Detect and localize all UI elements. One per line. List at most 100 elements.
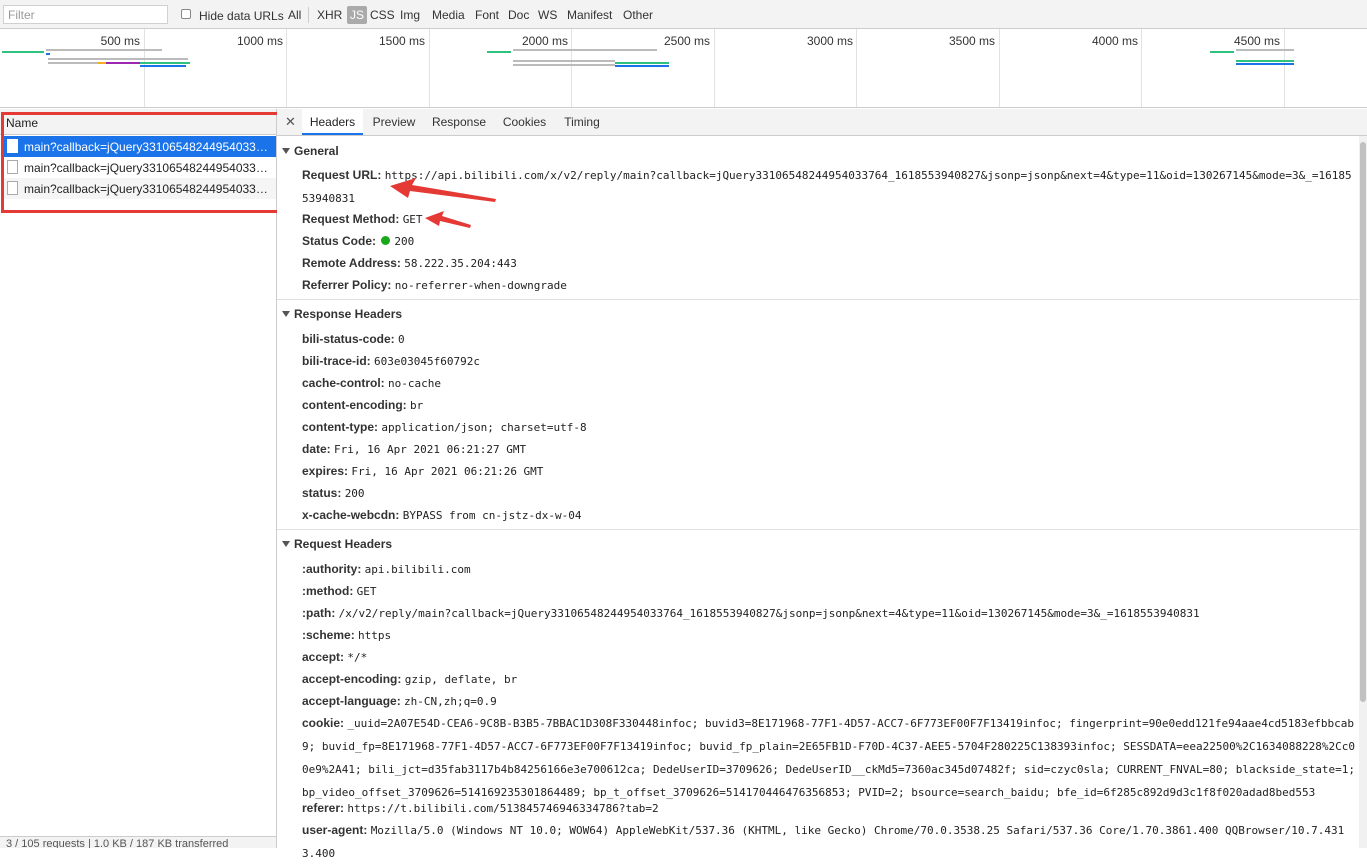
- close-icon[interactable]: ✕: [285, 114, 296, 130]
- general-section-toggle[interactable]: General: [282, 144, 339, 158]
- tab-headers[interactable]: Headers: [302, 109, 363, 135]
- header-key: x-cache-webcdn:: [302, 508, 400, 522]
- header-key: :method:: [302, 584, 354, 598]
- header-value: 0: [398, 333, 405, 346]
- timeline-bar: [2, 51, 44, 53]
- type-filter-doc[interactable]: Doc: [505, 6, 532, 24]
- general-row-status-code: Status Code: 200: [302, 230, 1357, 253]
- file-icon: [7, 181, 18, 195]
- request-header-row: referer: https://t.bilibili.com/51384574…: [302, 797, 1357, 820]
- tab-preview[interactable]: Preview: [367, 109, 421, 135]
- triangle-down-icon: [282, 311, 290, 317]
- request-row[interactable]: main?callback=jQuery331065482449540337..…: [3, 178, 276, 199]
- timeline-bar: [48, 58, 188, 60]
- triangle-down-icon: [282, 148, 290, 154]
- timeline-bar: [1210, 51, 1234, 53]
- request-header-row: :scheme: https: [302, 624, 1357, 647]
- header-key: Remote Address:: [302, 256, 401, 270]
- header-value: BYPASS from cn-jstz-dx-w-04: [402, 509, 582, 522]
- timeline-bar: [98, 62, 106, 64]
- file-icon: [7, 160, 18, 174]
- header-key: content-type:: [302, 420, 378, 434]
- network-summary-bar: 3 / 105 requests | 1.0 KB / 187 KB trans…: [0, 836, 276, 848]
- type-filter-css[interactable]: CSS: [367, 6, 398, 24]
- general-row-request-url: Request URL: https://api.bilibili.com/x/…: [302, 164, 1357, 210]
- request-row[interactable]: main?callback=jQuery331065482449540337..…: [3, 157, 276, 178]
- request-row[interactable]: main?callback=jQuery331065482449540337..…: [3, 136, 276, 157]
- details-tab-bar: ✕ Headers Preview Response Cookies Timin…: [277, 109, 1367, 136]
- header-value: no-cache: [388, 377, 442, 390]
- hide-data-urls-label[interactable]: Hide data URLs: [199, 9, 284, 23]
- response-headers-section-title: Response Headers: [294, 307, 403, 321]
- details-scrollbar-thumb[interactable]: [1360, 142, 1366, 702]
- timeline-gridline: [286, 29, 287, 107]
- type-filter-ws[interactable]: WS: [535, 6, 560, 24]
- network-filter-bar: Hide data URLs All XHR JS CSS Img Media …: [0, 0, 1367, 29]
- header-key: :path:: [302, 606, 336, 620]
- request-header-row: accept-language: zh-CN,zh;q=0.9: [302, 690, 1357, 713]
- header-key: Status Code:: [302, 234, 377, 248]
- header-key: accept-language:: [302, 694, 401, 708]
- request-header-row: accept-encoding: gzip, deflate, br: [302, 668, 1357, 691]
- hide-data-urls-checkbox[interactable]: [181, 9, 191, 19]
- type-filter-media[interactable]: Media: [429, 6, 468, 24]
- type-filter-img[interactable]: Img: [397, 6, 423, 24]
- tab-cookies[interactable]: Cookies: [497, 109, 552, 135]
- response-header-row: date: Fri, 16 Apr 2021 06:21:27 GMT: [302, 438, 1357, 461]
- timeline-tick-label: 3500 ms: [948, 34, 995, 48]
- timeline-gridline: [999, 29, 1000, 107]
- filter-input[interactable]: [3, 5, 168, 24]
- general-row-request-method: Request Method: GET: [302, 208, 1357, 231]
- type-filter-all[interactable]: All: [285, 6, 304, 24]
- response-header-row: content-type: application/json; charset=…: [302, 416, 1357, 439]
- timeline-tick-label: 4500 ms: [1233, 34, 1280, 48]
- timeline-tick-label: 2000 ms: [521, 34, 568, 48]
- header-value: gzip, deflate, br: [404, 673, 518, 686]
- request-header-row: accept: */*: [302, 646, 1357, 669]
- timeline-tick-label: 4000 ms: [1091, 34, 1138, 48]
- request-name: main?callback=jQuery331065482449540337..…: [24, 161, 270, 175]
- request-name: main?callback=jQuery331065482449540337..…: [24, 140, 270, 154]
- timeline-bar: [615, 62, 669, 64]
- header-key: status:: [302, 486, 342, 500]
- request-headers-section-title: Request Headers: [294, 537, 393, 551]
- header-value: no-referrer-when-downgrade: [394, 279, 567, 292]
- type-filter-other[interactable]: Other: [620, 6, 656, 24]
- type-filter-js[interactable]: JS: [347, 6, 368, 24]
- request-headers-section-toggle[interactable]: Request Headers: [282, 537, 392, 551]
- triangle-down-icon: [282, 541, 290, 547]
- response-header-row: status: 200: [302, 482, 1357, 505]
- timeline-bar: [140, 65, 186, 67]
- header-key: :authority:: [302, 562, 362, 576]
- timeline-bar: [1236, 63, 1294, 65]
- tab-response[interactable]: Response: [427, 109, 491, 135]
- timeline-tick-label: 2500 ms: [663, 34, 710, 48]
- type-filter-divider: [308, 7, 309, 23]
- timeline-gridline: [714, 29, 715, 107]
- header-key: cookie:: [302, 716, 345, 730]
- request-name: main?callback=jQuery331065482449540337..…: [24, 182, 270, 196]
- name-column-header[interactable]: Name: [0, 109, 276, 135]
- timeline-bar: [513, 64, 615, 66]
- header-key: referer:: [302, 801, 345, 815]
- timeline-tick-label: 1000 ms: [236, 34, 283, 48]
- tab-timing[interactable]: Timing: [558, 109, 606, 135]
- timeline-bar: [46, 53, 50, 55]
- response-header-row: cache-control: no-cache: [302, 372, 1357, 395]
- request-header-row: :method: GET: [302, 580, 1357, 603]
- header-value: _uuid=2A07E54D-CEA6-9C8B-B3B5-7BBAC1D308…: [302, 717, 1355, 799]
- timeline-gridline: [571, 29, 572, 107]
- header-value: GET: [402, 213, 423, 226]
- timeline-bar: [106, 62, 140, 64]
- response-headers-section-toggle[interactable]: Response Headers: [282, 307, 402, 321]
- type-filter-font[interactable]: Font: [472, 6, 502, 24]
- header-value: 200: [344, 487, 365, 500]
- type-filter-manifest[interactable]: Manifest: [564, 6, 615, 24]
- header-value: br: [410, 399, 424, 412]
- header-value: api.bilibili.com: [364, 563, 471, 576]
- timeline-gridline: [144, 29, 145, 107]
- request-header-row-cookie: cookie: _uuid=2A07E54D-CEA6-9C8B-B3B5-7B…: [302, 712, 1357, 804]
- general-section-title: General: [294, 144, 339, 158]
- network-overview-timeline[interactable]: 500 ms 1000 ms 1500 ms 2000 ms 2500 ms 3…: [0, 29, 1367, 108]
- type-filter-xhr[interactable]: XHR: [314, 6, 345, 24]
